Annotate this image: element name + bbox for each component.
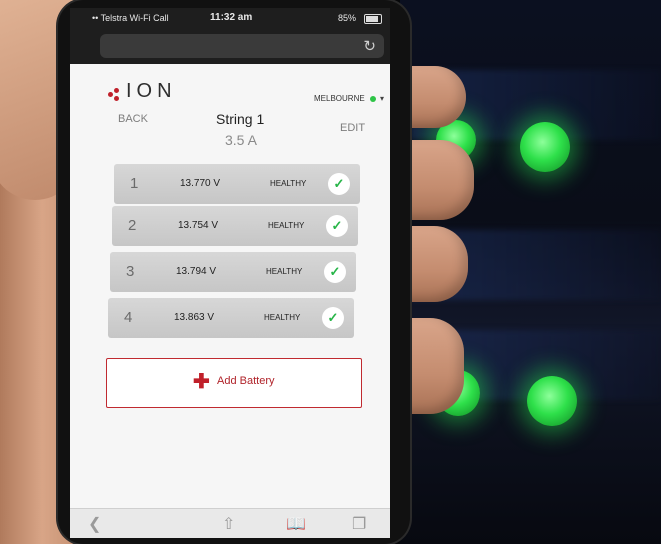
tabs-icon[interactable]: ❐ xyxy=(352,514,366,534)
battery-status: HEALTHY xyxy=(270,179,307,188)
status-bar: •• Telstra Wi-Fi Call 11:32 am 85% xyxy=(70,8,390,28)
check-icon: ✓ xyxy=(328,173,350,195)
url-field[interactable]: ↻ xyxy=(100,34,384,58)
location-status-dot xyxy=(370,96,376,102)
battery-voltage: 13.794 V xyxy=(176,266,217,277)
back-icon[interactable]: ❮ xyxy=(88,514,101,534)
battery-status: HEALTHY xyxy=(266,267,303,276)
battery-voltage: 13.770 V xyxy=(180,178,221,189)
battery-status: HEALTHY xyxy=(268,221,305,230)
battery-row[interactable]: 4 13.863 V HEALTHY ✓ xyxy=(108,298,354,338)
check-icon: ✓ xyxy=(322,307,344,329)
phone-screen: •• Telstra Wi-Fi Call 11:32 am 85% ↻ ION… xyxy=(70,8,390,538)
battery-number: 2 xyxy=(128,217,137,234)
battery-number: 4 xyxy=(124,309,133,326)
page-title: String 1 xyxy=(216,111,265,127)
share-icon[interactable]: ⇧ xyxy=(222,514,235,534)
browser-address-bar: ↻ xyxy=(70,28,390,64)
battery-row[interactable]: 1 13.770 V HEALTHY ✓ xyxy=(114,164,360,204)
edit-button[interactable]: EDIT xyxy=(340,122,365,134)
green-led-indicator xyxy=(527,376,577,426)
photo-scene: •• Telstra Wi-Fi Call 11:32 am 85% ↻ ION… xyxy=(0,0,661,544)
brand-name: ION xyxy=(126,80,177,102)
location-selector[interactable]: MELBOURNE xyxy=(314,94,365,103)
check-icon: ✓ xyxy=(324,261,346,283)
back-button[interactable]: BACK xyxy=(118,113,148,125)
plus-icon: ✚ xyxy=(193,371,210,393)
carrier-label: •• Telstra Wi-Fi Call xyxy=(92,13,169,23)
battery-voltage: 13.754 V xyxy=(178,220,219,231)
battery-number: 3 xyxy=(126,263,135,280)
caret-down-icon[interactable]: ▾ xyxy=(380,94,384,103)
battery-voltage: 13.863 V xyxy=(174,312,215,323)
battery-status: HEALTHY xyxy=(264,313,301,322)
battery-row[interactable]: 3 13.794 V HEALTHY ✓ xyxy=(110,252,356,292)
brand-logo-icon xyxy=(108,88,122,102)
battery-number: 1 xyxy=(130,175,139,192)
green-led-indicator xyxy=(520,122,570,172)
app-page: ION MELBOURNE ▾ BACK String 1 3.5 A EDIT… xyxy=(70,64,390,538)
battery-percent: 85% xyxy=(338,13,357,23)
browser-toolbar: ❮ ⇧ 📖 ❐ xyxy=(70,508,390,538)
battery-row[interactable]: 2 13.754 V HEALTHY ✓ xyxy=(112,206,358,246)
clock: 11:32 am xyxy=(210,12,253,23)
battery-icon xyxy=(364,14,382,24)
string-current: 3.5 A xyxy=(225,132,257,148)
check-icon: ✓ xyxy=(326,215,348,237)
bookmarks-icon[interactable]: 📖 xyxy=(286,514,306,534)
reload-icon[interactable]: ↻ xyxy=(363,37,376,55)
add-battery-label: Add Battery xyxy=(217,375,275,387)
add-battery-button[interactable]: ✚ Add Battery xyxy=(106,358,362,408)
